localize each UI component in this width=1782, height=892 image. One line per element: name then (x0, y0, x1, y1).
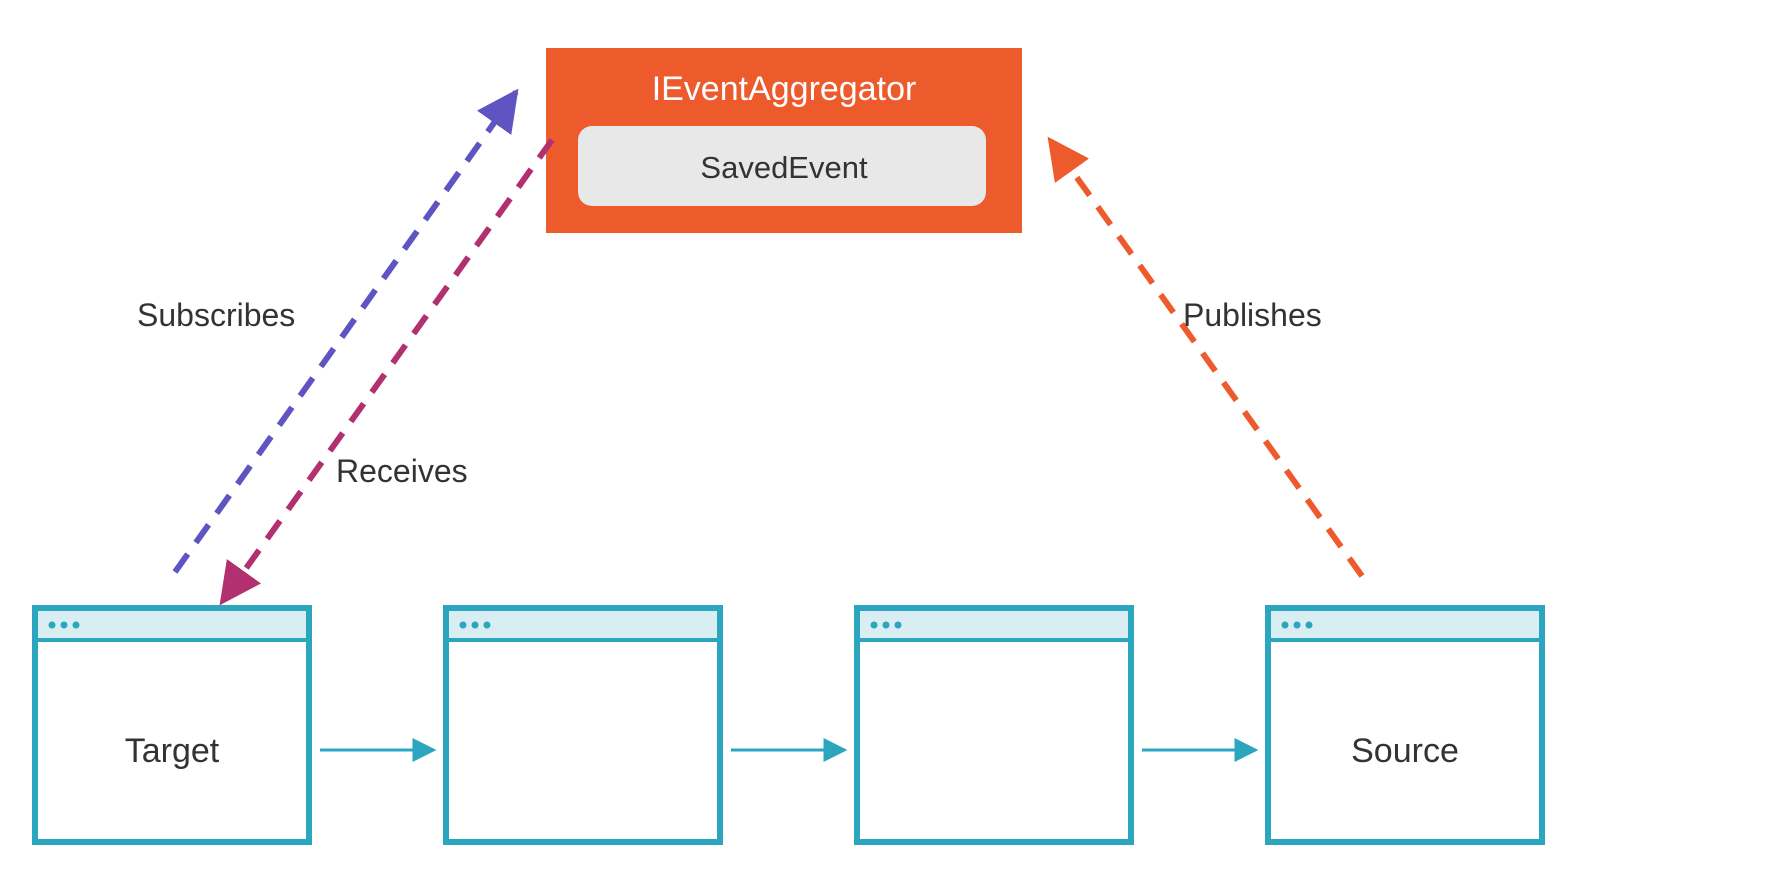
window-target: Target (35, 608, 309, 842)
receives-arrow (222, 140, 552, 602)
window-2 (446, 608, 720, 842)
window-source: Source (1268, 608, 1542, 842)
subscribes-label: Subscribes (137, 297, 295, 333)
window-3 (857, 608, 1131, 842)
publishes-arrow (1050, 140, 1362, 576)
aggregator-event-label: SavedEvent (700, 150, 868, 185)
receives-label: Receives (336, 453, 468, 489)
window-target-label: Target (125, 732, 220, 770)
publishes-label: Publishes (1183, 297, 1322, 333)
event-aggregator-diagram: IEventAggregator SavedEvent Subscribes R… (0, 0, 1782, 892)
aggregator-title: IEventAggregator (652, 70, 917, 108)
window-source-label: Source (1351, 732, 1459, 770)
aggregator-box: IEventAggregator SavedEvent (546, 48, 1022, 233)
